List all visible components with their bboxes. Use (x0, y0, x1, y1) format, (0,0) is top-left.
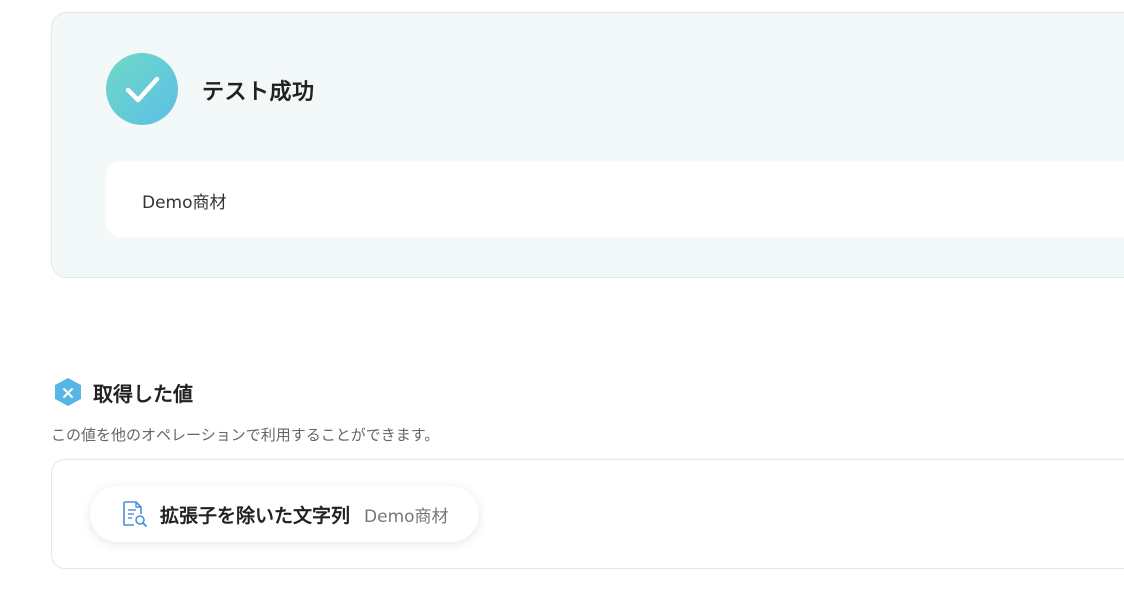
test-result-output-box: Demo商材 (106, 161, 1124, 237)
page: テスト成功 Demo商材 取得した値 この値を他のオペレーションで利用することが… (0, 0, 1124, 598)
acquired-value-label: 拡張子を除いた文字列 (160, 504, 351, 527)
acquired-value-chip[interactable]: 拡張子を除いた文字列 Demo商材 (90, 486, 479, 542)
acquired-values-list: 拡張子を除いた文字列 Demo商材 (51, 459, 1124, 569)
acquired-values-description: この値を他のオペレーションで利用することができます。 (51, 426, 440, 444)
acquired-values-title: 取得した値 (93, 382, 193, 406)
checkmark-icon (106, 53, 178, 125)
acquired-value-value: Demo商材 (364, 506, 449, 527)
document-search-icon (120, 500, 148, 528)
test-result-title: テスト成功 (202, 80, 315, 105)
test-result-output-value: Demo商材 (142, 193, 227, 213)
test-result-panel: テスト成功 Demo商材 (51, 12, 1124, 278)
variable-badge-icon (53, 377, 83, 407)
